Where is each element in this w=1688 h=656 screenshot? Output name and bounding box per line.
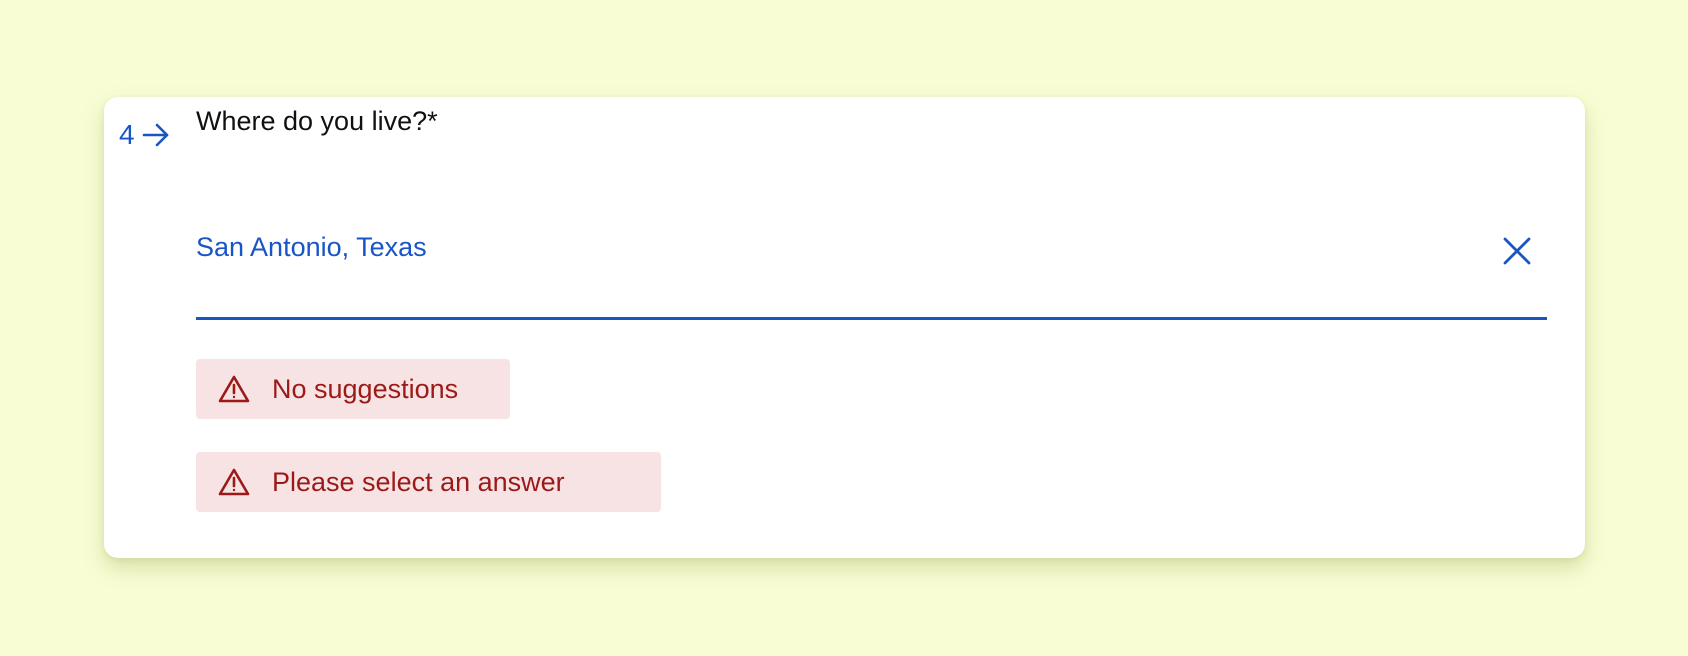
- answer-field: [196, 227, 1547, 320]
- clear-button[interactable]: [1499, 235, 1535, 271]
- no-suggestions-alert: No suggestions: [196, 359, 510, 419]
- question-title: Where do you live?*: [196, 106, 438, 136]
- question-card: 4 Where do you live?* San Antonio, Texas…: [104, 97, 1585, 558]
- question-number-indicator: 4: [119, 121, 171, 149]
- alert-message: No suggestions: [272, 373, 459, 404]
- question-number: 4: [119, 119, 135, 150]
- select-answer-alert: Please select an answer: [196, 452, 661, 512]
- alert-message: Please select an answer: [272, 466, 565, 497]
- location-input[interactable]: [196, 227, 1456, 267]
- close-icon: [1501, 235, 1533, 272]
- arrow-right-icon: [141, 121, 171, 149]
- warning-triangle-icon: [218, 374, 250, 404]
- warning-triangle-icon: [218, 467, 250, 497]
